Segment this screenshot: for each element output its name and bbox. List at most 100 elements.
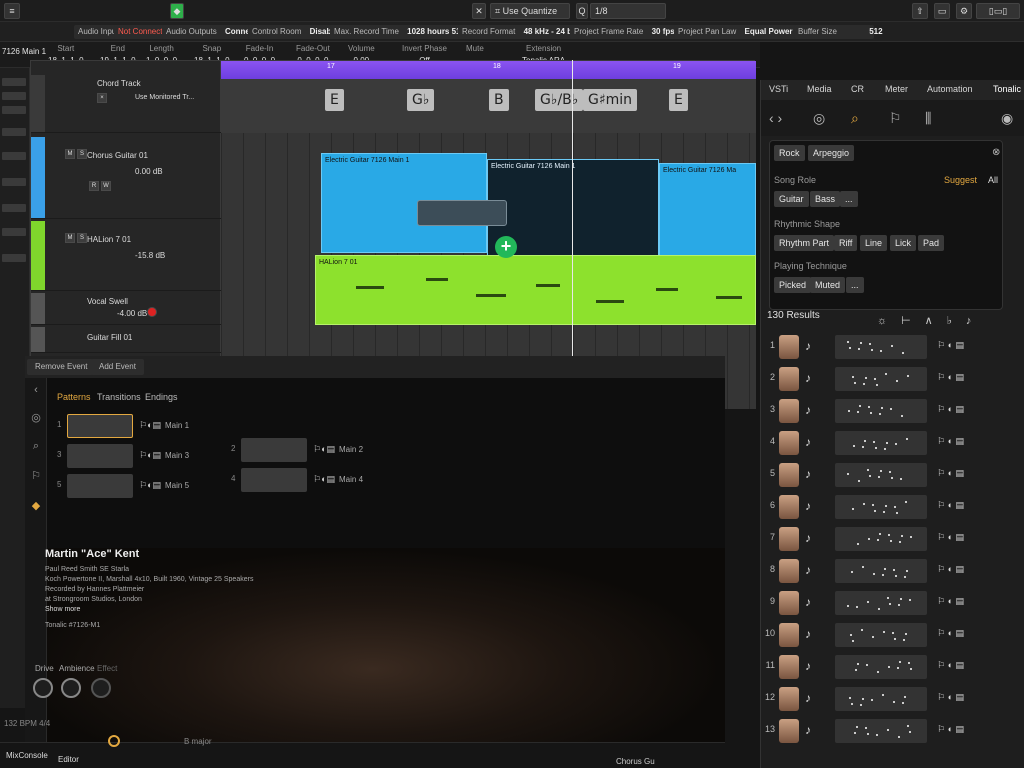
midi-note[interactable] xyxy=(476,294,506,297)
status-frame-rate[interactable]: Project Frame Rate 30 fps xyxy=(570,25,679,39)
result-row[interactable]: 12 ♪ ⚐ ◐ ▤ xyxy=(761,684,1024,716)
result-row[interactable]: 8 ♪ ⚐ ◐ ▤ xyxy=(761,556,1024,588)
inspector-control[interactable] xyxy=(2,152,26,160)
pattern-preview[interactable] xyxy=(835,431,927,455)
record-mode-icon[interactable] xyxy=(108,735,120,747)
result-row[interactable]: 7 ♪ ⚐ ◐ ▤ xyxy=(761,524,1024,556)
mute-button[interactable]: M xyxy=(65,149,75,159)
pattern-preview[interactable] xyxy=(835,655,927,679)
result-actions-icon[interactable]: ⚐ ◐ ▤ xyxy=(937,340,964,351)
mute-button[interactable]: × xyxy=(97,93,107,103)
status-pan-law[interactable]: Project Pan Law Equal Power xyxy=(674,25,797,39)
result-actions-icon[interactable]: ⚐ ◐ ▤ xyxy=(937,468,964,479)
user-icon[interactable]: ◉ xyxy=(1001,110,1013,127)
technique-chip[interactable]: Picked xyxy=(774,277,812,293)
result-actions-icon[interactable]: ⚐ ◐ ▤ xyxy=(937,692,964,703)
effect-knob[interactable] xyxy=(91,678,111,698)
tab-tonalic[interactable]: Tonalic xyxy=(993,84,1021,94)
snap-icon[interactable]: ✕ xyxy=(472,3,486,19)
rhythmic-chip[interactable]: Line xyxy=(860,235,888,251)
midi-note[interactable] xyxy=(656,288,678,291)
track-guitar-fill[interactable]: Guitar Fill 01 xyxy=(31,327,221,353)
chord-event[interactable]: G♭ xyxy=(407,89,435,111)
inspector-control[interactable] xyxy=(2,128,26,136)
tab-patterns[interactable]: Patterns xyxy=(57,392,91,402)
export-icon[interactable]: ⇧ xyxy=(912,3,928,19)
midi-event-halion[interactable]: HALion 7 01 xyxy=(315,255,756,325)
compass-icon[interactable]: ◎ xyxy=(30,412,42,424)
result-actions-icon[interactable]: ⚐ ◐ ▤ xyxy=(937,372,964,383)
tab-automation[interactable]: Automation xyxy=(927,84,973,94)
chord-event[interactable]: B xyxy=(489,89,509,111)
remove-event-button[interactable]: Remove Event xyxy=(27,359,96,375)
pattern-preview[interactable] xyxy=(835,687,927,711)
menu-icon[interactable]: ≡ xyxy=(4,3,20,19)
pattern-actions-icon[interactable]: ⚐◐▤ xyxy=(139,480,161,491)
pattern-preview[interactable] xyxy=(835,623,927,647)
result-row[interactable]: 3 ♪ ⚐ ◐ ▤ xyxy=(761,396,1024,428)
more-chip[interactable]: ... xyxy=(846,277,864,293)
show-more-link[interactable]: Show more xyxy=(45,606,80,613)
track-halion[interactable]: M S HALion 7 01 -15.8 dB xyxy=(31,221,221,291)
pattern-preview[interactable] xyxy=(835,559,927,583)
result-actions-icon[interactable]: ⚐ ◐ ▤ xyxy=(937,724,964,735)
pattern-preview[interactable] xyxy=(835,719,927,743)
zone-layout-icon[interactable]: ▯▭▯ xyxy=(976,3,1020,19)
pattern-main-4[interactable]: 4 ⚐◐▤ Main 4 xyxy=(231,468,381,492)
sort-icons[interactable]: ☼⊢∧♭♪ xyxy=(877,314,985,327)
track-volume[interactable]: -15.8 dB xyxy=(135,251,165,260)
result-row[interactable]: 10 ♪ ⚐ ◐ ▤ xyxy=(761,620,1024,652)
result-row[interactable]: 11 ♪ ⚐ ◐ ▤ xyxy=(761,652,1024,684)
inspector-control[interactable] xyxy=(2,204,26,212)
result-row[interactable]: 5 ♪ ⚐ ◐ ▤ xyxy=(761,460,1024,492)
bookmark-icon[interactable]: ⚐ xyxy=(889,110,902,127)
pattern-preview[interactable] xyxy=(835,399,927,423)
pattern-preview[interactable] xyxy=(835,495,927,519)
result-actions-icon[interactable]: ⚐ ◐ ▤ xyxy=(937,596,964,607)
pattern-preview[interactable] xyxy=(835,527,927,551)
tab-editor[interactable]: Editor xyxy=(58,755,79,764)
solo-button[interactable]: S xyxy=(77,233,87,243)
playhead-cursor[interactable] xyxy=(572,60,573,400)
all-toggle[interactable]: All xyxy=(988,175,998,185)
mute-button[interactable]: M xyxy=(65,233,75,243)
dragged-pattern-preview[interactable] xyxy=(417,200,507,226)
track-chorus-guitar[interactable]: M S Chorus Guitar 01 0.00 dB R W xyxy=(31,137,221,219)
back-forward-icon[interactable]: ‹ › xyxy=(769,110,782,126)
pattern-preview[interactable] xyxy=(835,367,927,391)
inspector-control[interactable] xyxy=(2,254,26,262)
pattern-main-2[interactable]: 2 ⚐◐▤ Main 2 xyxy=(231,438,381,462)
pattern-preview[interactable] xyxy=(835,463,927,487)
result-actions-icon[interactable]: ⚐ ◐ ▤ xyxy=(937,660,964,671)
inspector-control[interactable] xyxy=(2,228,26,236)
result-actions-icon[interactable]: ⚐ ◐ ▤ xyxy=(937,564,964,575)
pattern-main-5[interactable]: 5 ⚐◐▤ Main 5 xyxy=(57,474,207,498)
inspector-control[interactable] xyxy=(2,78,26,86)
result-actions-icon[interactable]: ⚐ ◐ ▤ xyxy=(937,500,964,511)
tag-chip[interactable]: Rock xyxy=(774,145,805,161)
pattern-preview[interactable] xyxy=(835,335,927,359)
tab-vsti[interactable]: VSTi xyxy=(769,84,788,94)
result-row[interactable]: 1 ♪ ⚐ ◐ ▤ xyxy=(761,332,1024,364)
quantize-q-icon[interactable]: Q xyxy=(576,3,588,19)
tab-meter[interactable]: Meter xyxy=(885,84,908,94)
chord-event[interactable]: E xyxy=(325,89,344,111)
status-buffer-size[interactable]: Buffer Size 512 xyxy=(794,25,883,39)
pattern-actions-icon[interactable]: ⚐◐▤ xyxy=(313,474,335,485)
back-icon[interactable]: ‹ xyxy=(30,384,42,396)
tab-endings[interactable]: Endings xyxy=(145,392,178,402)
suggest-toggle[interactable]: Suggest xyxy=(944,175,977,185)
bookmark-icon[interactable]: ⚐ xyxy=(30,470,42,482)
result-actions-icon[interactable]: ⚐ ◐ ▤ xyxy=(937,436,964,447)
result-actions-icon[interactable]: ⚐ ◐ ▤ xyxy=(937,628,964,639)
tag-chip[interactable]: Arpeggio xyxy=(808,145,855,161)
audio-event-guitar[interactable]: Electric Guitar 7126 Ma xyxy=(659,163,756,267)
clear-icon[interactable]: ⊗ xyxy=(992,147,1000,158)
chord-event[interactable]: G♯min xyxy=(583,89,638,111)
read-automation-button[interactable]: R xyxy=(89,181,99,191)
search-icon[interactable]: ⌕ xyxy=(851,110,859,127)
track-chord[interactable]: Chord Track × Use Monitored Tr... xyxy=(31,75,221,133)
technique-chip[interactable]: Muted xyxy=(810,277,846,293)
result-row[interactable]: 13 ♪ ⚐ ◐ ▤ xyxy=(761,716,1024,748)
write-automation-button[interactable]: W xyxy=(101,181,111,191)
